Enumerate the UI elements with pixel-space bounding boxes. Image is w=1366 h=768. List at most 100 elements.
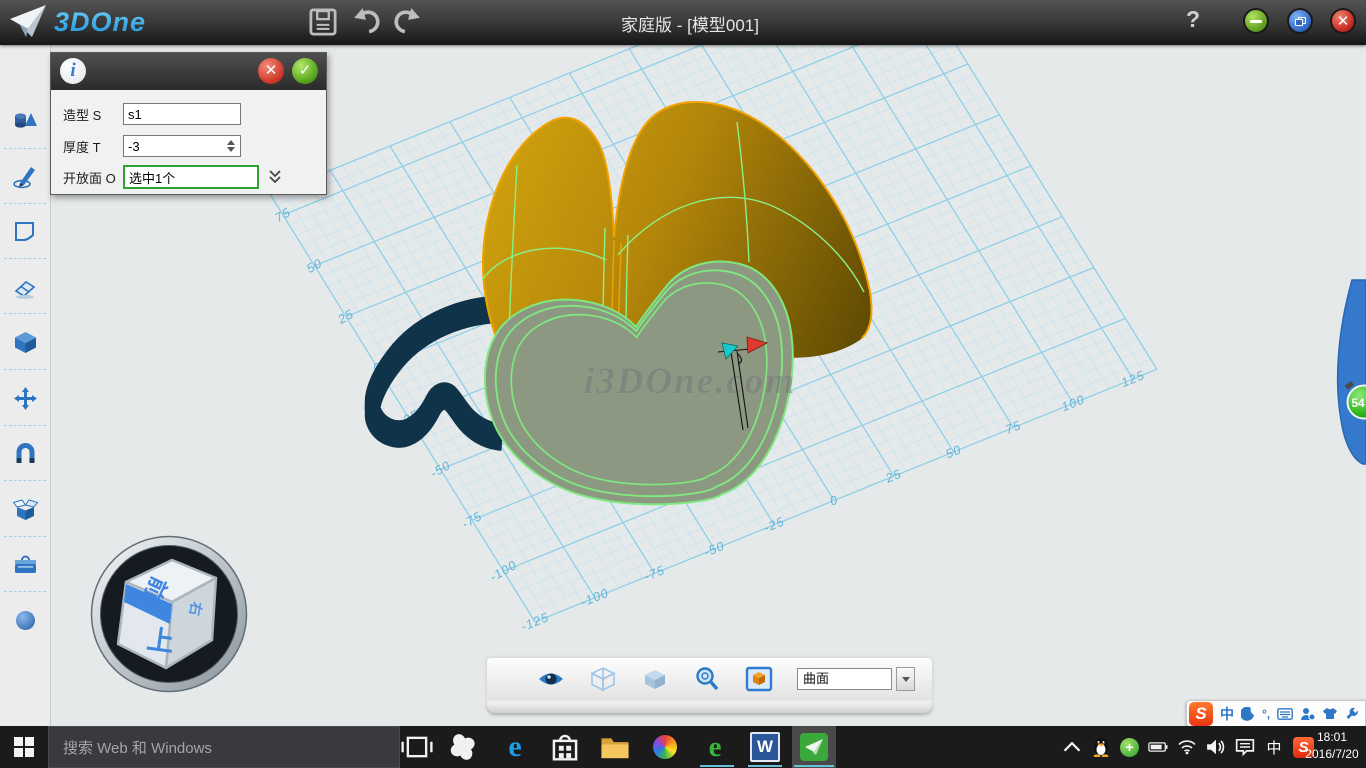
minimize-button[interactable] [1243,8,1269,34]
primitives-tool[interactable] [12,107,39,134]
edge-browser-button[interactable]: e [498,731,532,763]
task-view-button[interactable] [400,731,434,763]
running-indicator [794,765,834,767]
green-browser-button[interactable]: e [698,731,732,763]
account-icon[interactable] [1300,707,1315,721]
sidebar-divider [4,203,46,204]
dialog-cancel-button[interactable]: ✕ [258,58,284,84]
clock-date: 2016/7/20 [1300,746,1364,763]
edit-sketch-tool[interactable] [12,218,39,245]
dropdown-arrow-button[interactable] [896,667,915,691]
view-cube-front-label: 上 [145,624,176,657]
windows-store-button[interactable] [548,731,582,763]
display-mode-value[interactable]: 曲面 [797,668,892,690]
visibility-eye-button[interactable] [537,666,565,692]
field-row-open-face: 开放面 O [63,165,283,189]
eraser-tool[interactable] [12,274,39,301]
tray-expand-chevron[interactable] [1062,737,1082,757]
settings-wrench-icon[interactable] [1345,707,1359,721]
sidebar-divider [4,369,46,370]
3done-app-button[interactable] [797,731,831,763]
view-cube-widget[interactable]: 上 前 右 [92,537,247,692]
360-safe-tray-icon[interactable]: + [1120,738,1139,757]
ime-chinese-mode-button[interactable]: 中 [1220,704,1234,724]
field-row-shape: 造型 S [63,102,241,126]
sogou-logo-icon[interactable]: S [1189,702,1213,726]
sidebar-divider [4,258,46,259]
sogou-ime-bar: S 中 °, [1186,700,1366,727]
caret-down-icon [902,677,910,682]
combine-box-tool[interactable] [12,496,39,523]
sidebar-divider [4,536,46,537]
double-chevron-down-icon[interactable] [267,169,283,185]
display-mode-dropdown[interactable]: 曲面 [797,667,915,691]
skin-tshirt-icon[interactable] [1322,707,1338,720]
word-icon: W [750,732,780,762]
open-face-field-label: 开放面 O [63,168,123,187]
moon-mode-icon[interactable] [1241,707,1255,721]
wireframe-view-button[interactable] [589,666,617,692]
pinwheel-app-button[interactable] [446,731,480,763]
field-row-thickness: 厚度 T [63,134,235,158]
thickness-field-input[interactable] [123,135,241,157]
app-logo[interactable]: 3DOne [8,3,146,41]
soft-keyboard-icon[interactable] [1277,708,1293,720]
undo-button[interactable] [352,7,382,37]
constraints-magnet-tool[interactable] [12,441,39,468]
toolbox-tool[interactable] [12,552,39,579]
wifi-icon[interactable] [1177,737,1197,757]
title-bar: 3DOne 家庭版 - [模型001] ? ✕ [0,0,1366,45]
360-browser-button[interactable] [648,731,682,763]
sidebar-divider [4,591,46,592]
punctuation-mode-button[interactable]: °, [1262,707,1270,721]
sidebar-divider [4,480,46,481]
ime-indicator[interactable]: 中 [1264,737,1284,757]
shell-command-dialog: i ✕ ✓ 造型 S 厚度 T 开放面 O [50,52,327,195]
notification-center-icon[interactable] [1235,737,1255,757]
windows-taskbar: 搜索 Web 和 Windows e e W [0,726,1366,768]
sidebar-divider [4,425,46,426]
running-indicator [700,765,734,767]
sidebar-divider [4,148,46,149]
render-mode-button[interactable] [745,666,773,692]
battery-icon[interactable] [1148,737,1168,757]
qq-penguin-icon[interactable] [1091,737,1111,757]
close-button[interactable]: ✕ [1330,8,1356,34]
colorwheel-icon [653,735,677,759]
taskbar-clock[interactable]: 18:01 2016/7/20 [1300,729,1364,763]
save-button[interactable] [308,7,338,37]
window-title: 家庭版 - [模型001] [540,11,840,36]
solid-view-button[interactable] [641,666,669,692]
sketch-tool[interactable] [12,163,39,190]
view-toolbar-shelf [487,700,932,713]
system-tray: + 中 S [1062,726,1314,768]
help-button[interactable]: ? [1180,6,1206,33]
view-cube-right-label: 右 [187,599,205,617]
dialog-header[interactable]: i ✕ ✓ [51,53,326,90]
info-icon: i [60,58,86,84]
maximize-button[interactable] [1287,8,1313,34]
thickness-field-label: 厚度 T [63,137,123,156]
volume-icon[interactable] [1206,737,1226,757]
dialog-confirm-button[interactable]: ✓ [292,58,318,84]
move-tool[interactable] [12,385,39,412]
redo-button[interactable] [392,7,422,37]
zoom-button[interactable] [693,666,721,692]
word-button[interactable]: W [748,731,782,763]
shape-field-label: 造型 S [63,105,123,124]
paper-plane-icon [8,3,48,41]
running-indicator [748,765,782,767]
solid-cube-tool[interactable] [12,329,39,356]
thickness-spinner[interactable] [227,140,235,152]
clock-time: 18:01 [1300,729,1364,746]
sidebar-divider [4,313,46,314]
open-face-field-input[interactable] [123,165,259,189]
start-button[interactable] [0,726,48,768]
view-toolbar: 曲面 [487,658,932,700]
file-explorer-button[interactable] [598,731,632,763]
taskbar-search-box[interactable]: 搜索 Web 和 Windows [48,726,400,768]
shape-field-input[interactable] [123,103,241,125]
app-logo-text: 3DOne [54,7,146,38]
material-sphere-tool[interactable] [12,607,39,634]
score-badge-value: 54 [1351,396,1365,410]
